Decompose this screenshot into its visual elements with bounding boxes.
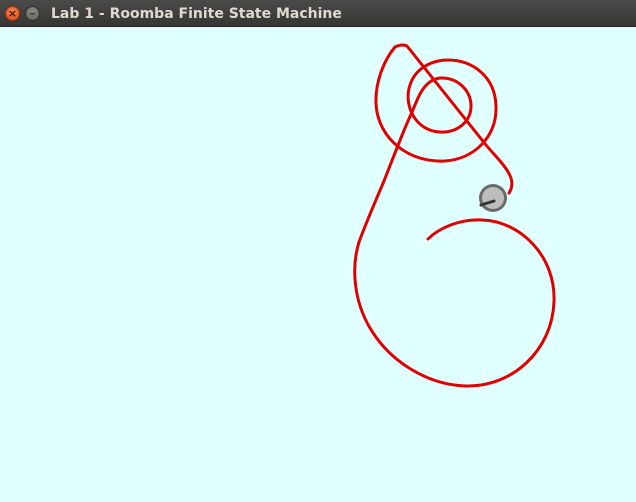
- roomba-body: [482, 187, 504, 209]
- roomba-robot: [479, 184, 507, 212]
- trail-outer-spiral: [374, 45, 498, 163]
- minimize-icon: –: [29, 7, 36, 20]
- minimize-button[interactable]: –: [25, 6, 40, 21]
- title-bar[interactable]: × – Lab 1 - Roomba Finite State Machine: [0, 0, 636, 27]
- trail-large-loop: [353, 218, 556, 388]
- close-icon: ×: [7, 7, 18, 20]
- close-button[interactable]: ×: [5, 6, 20, 21]
- trail-long-descent: [357, 96, 420, 244]
- window-title: Lab 1 - Roomba Finite State Machine: [51, 6, 342, 22]
- robot-trail: [353, 43, 556, 388]
- app-window: × – Lab 1 - Roomba Finite State Machine: [0, 0, 636, 502]
- simulation-svg: [353, 43, 556, 388]
- simulation-canvas: [0, 27, 636, 502]
